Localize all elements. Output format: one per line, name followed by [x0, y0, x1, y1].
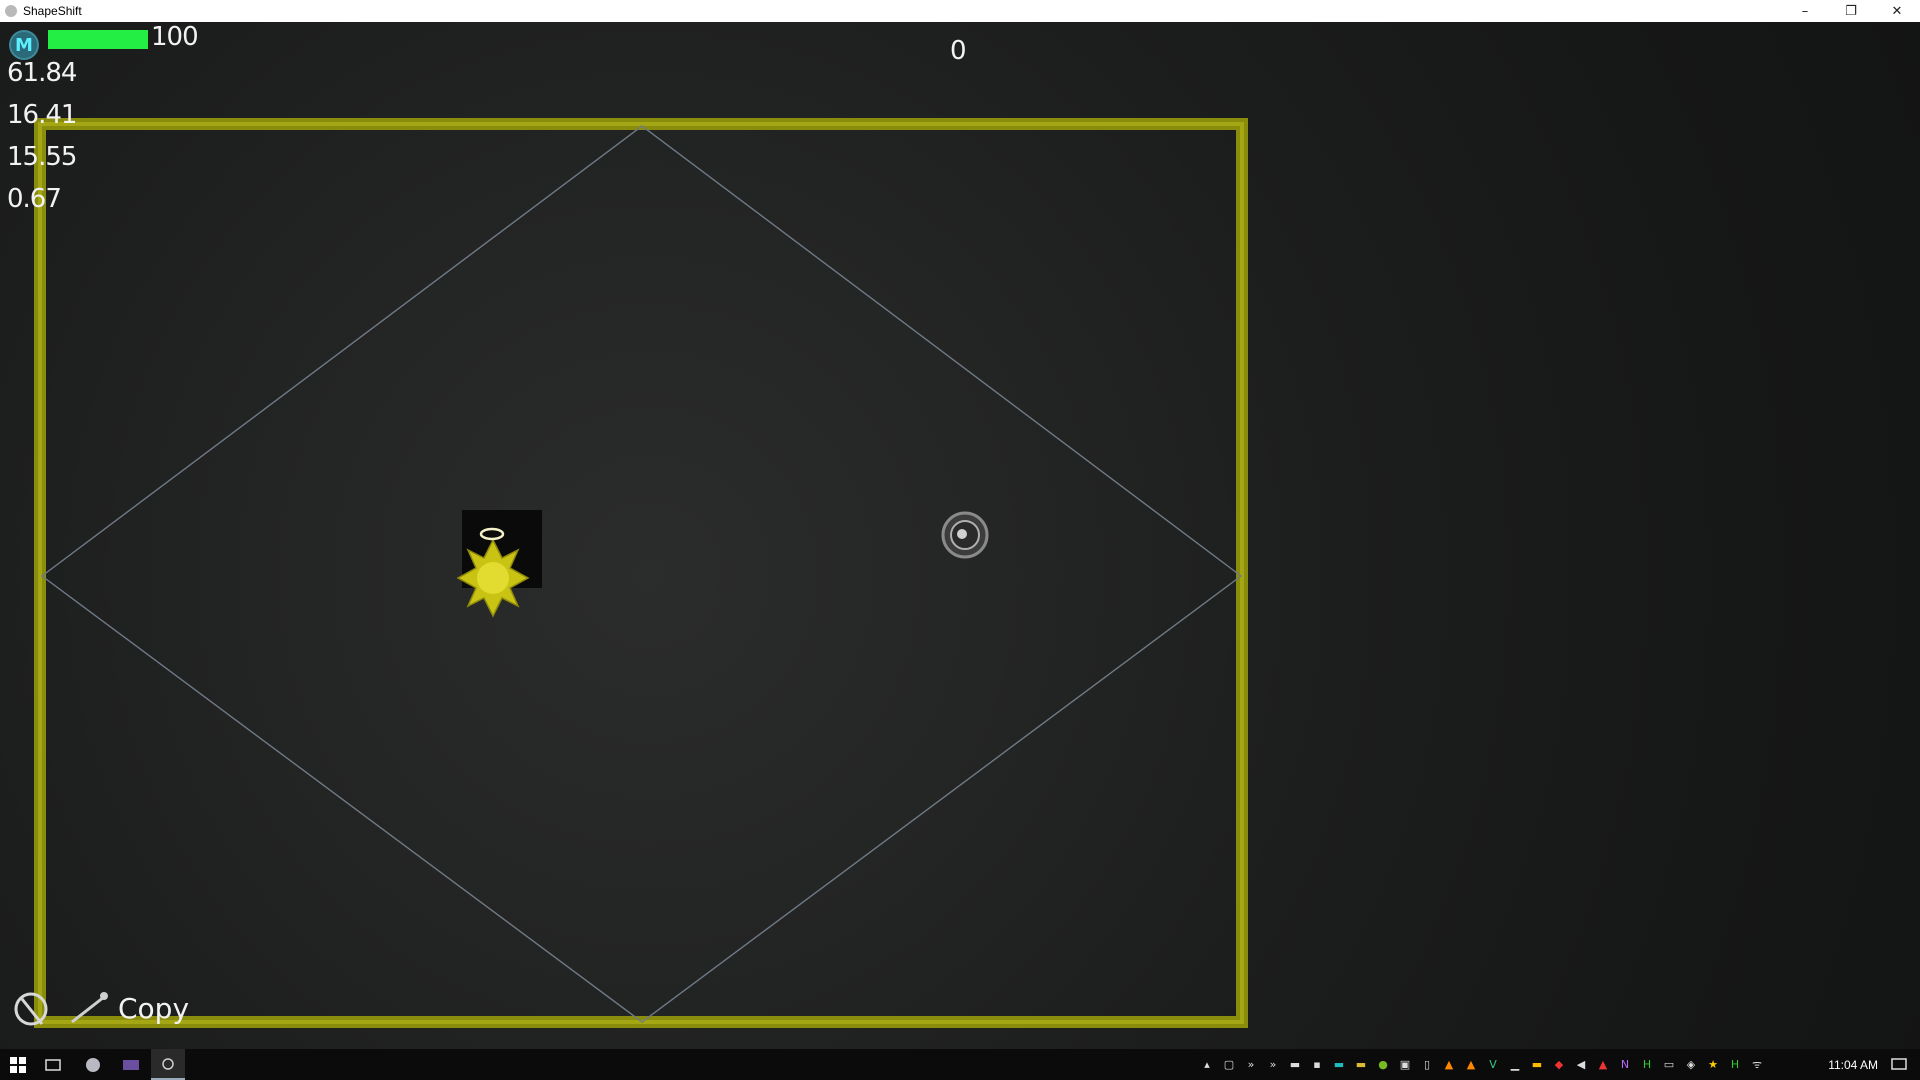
enemy-core [957, 529, 967, 539]
task-view-icon[interactable] [38, 1049, 68, 1080]
start-button[interactable] [0, 1049, 36, 1080]
tray-v-icon[interactable]: V [1487, 1058, 1499, 1071]
tray-app-icon-10[interactable]: H [1641, 1058, 1653, 1071]
tray-app-icon-3[interactable]: ▬ [1355, 1058, 1367, 1071]
tray-shield-icon[interactable]: ◈ [1685, 1058, 1697, 1071]
stat-line-4: 0.67 [7, 184, 62, 214]
tray-overflow-icon-2[interactable]: » [1267, 1058, 1279, 1071]
tray-network-icon[interactable]: ▭ [1663, 1058, 1675, 1071]
tray-overflow-icon[interactable]: » [1245, 1058, 1257, 1071]
browser-taskbar-icon[interactable] [78, 1049, 108, 1080]
tray-star-icon[interactable]: ★ [1707, 1058, 1719, 1071]
tray-app-icon-6[interactable]: ▁ [1509, 1058, 1521, 1071]
tray-app-icon-9[interactable]: ▲ [1597, 1058, 1609, 1071]
minimize-button[interactable]: – [1782, 0, 1828, 22]
stat-line-3: 15.55 [7, 142, 77, 172]
window-controls: – ❐ ✕ [1782, 0, 1920, 22]
health-bar [48, 30, 148, 49]
window-title: ShapeShift [23, 4, 82, 18]
tray-vlc-icon-2[interactable]: ▲ [1465, 1058, 1477, 1071]
tray-app-icon-8[interactable]: ◆ [1553, 1058, 1565, 1071]
tray-window-icon[interactable]: ▢ [1223, 1058, 1235, 1071]
close-button[interactable]: ✕ [1874, 0, 1920, 22]
tray-app-icon-2[interactable]: ▬ [1333, 1058, 1345, 1071]
tray-wifi-icon[interactable]: ᯤ [1751, 1058, 1763, 1071]
tray-nvidia-icon[interactable]: ● [1377, 1058, 1389, 1071]
tray-app-icon-1[interactable]: ▪ [1311, 1058, 1323, 1071]
restore-button[interactable]: ❐ [1828, 0, 1874, 22]
copy-ability-tip [100, 992, 108, 1000]
tray-volume-icon[interactable]: ◀ [1575, 1058, 1587, 1071]
game-canvas[interactable]: M 100 0 61.84 16.41 15.55 0.67 Copy [0, 22, 1920, 1049]
player-character [456, 510, 542, 618]
tray-scroll-icon[interactable]: ▴ [1201, 1058, 1213, 1071]
tray-app-icon-11[interactable]: H [1729, 1058, 1741, 1071]
notifications-icon[interactable] [1886, 1049, 1912, 1080]
tray-app-icon-7[interactable]: ▬ [1531, 1058, 1543, 1071]
arena [14, 118, 1248, 1028]
tray-drive-icon[interactable]: ▬ [1289, 1058, 1301, 1071]
stat-line-2: 16.41 [7, 100, 77, 130]
taskbar: ▴ ▢ » » ▬ ▪ ▬ ▬ ● ▣ ▯ ▲ ▲ V ▁ ▬ ◆ ◀ ▲ N … [0, 1049, 1920, 1080]
tray-app-icon-4[interactable]: ▣ [1399, 1058, 1411, 1071]
player-avatar: M [9, 30, 39, 60]
tray-app-icon-5[interactable]: ▯ [1421, 1058, 1433, 1071]
enemy-orb [941, 511, 989, 559]
app-icon [5, 5, 17, 17]
system-tray: ▴ ▢ » » ▬ ▪ ▬ ▬ ● ▣ ▯ ▲ ▲ V ▁ ▬ ◆ ◀ ▲ N … [1196, 1049, 1768, 1080]
windows-logo-icon [10, 1056, 26, 1073]
health-value: 100 [151, 22, 199, 52]
window-titlebar: ShapeShift – ❐ ✕ [0, 0, 1920, 22]
tray-onenote-icon[interactable]: N [1619, 1058, 1631, 1071]
arena-border-glow [38, 122, 1244, 1024]
score-counter: 0 [950, 36, 967, 66]
visual-studio-taskbar-icon[interactable] [116, 1049, 146, 1080]
diamond-outline [40, 125, 1243, 1023]
arena-border [34, 118, 1248, 1028]
tray-vlc-icon[interactable]: ▲ [1443, 1058, 1455, 1071]
taskbar-clock[interactable]: 11:04 AM [1828, 1049, 1878, 1080]
player-core [477, 562, 509, 594]
ability-label: Copy [118, 992, 190, 1025]
shapeshift-taskbar-icon[interactable] [151, 1049, 185, 1080]
stat-line-1: 61.84 [7, 58, 77, 88]
